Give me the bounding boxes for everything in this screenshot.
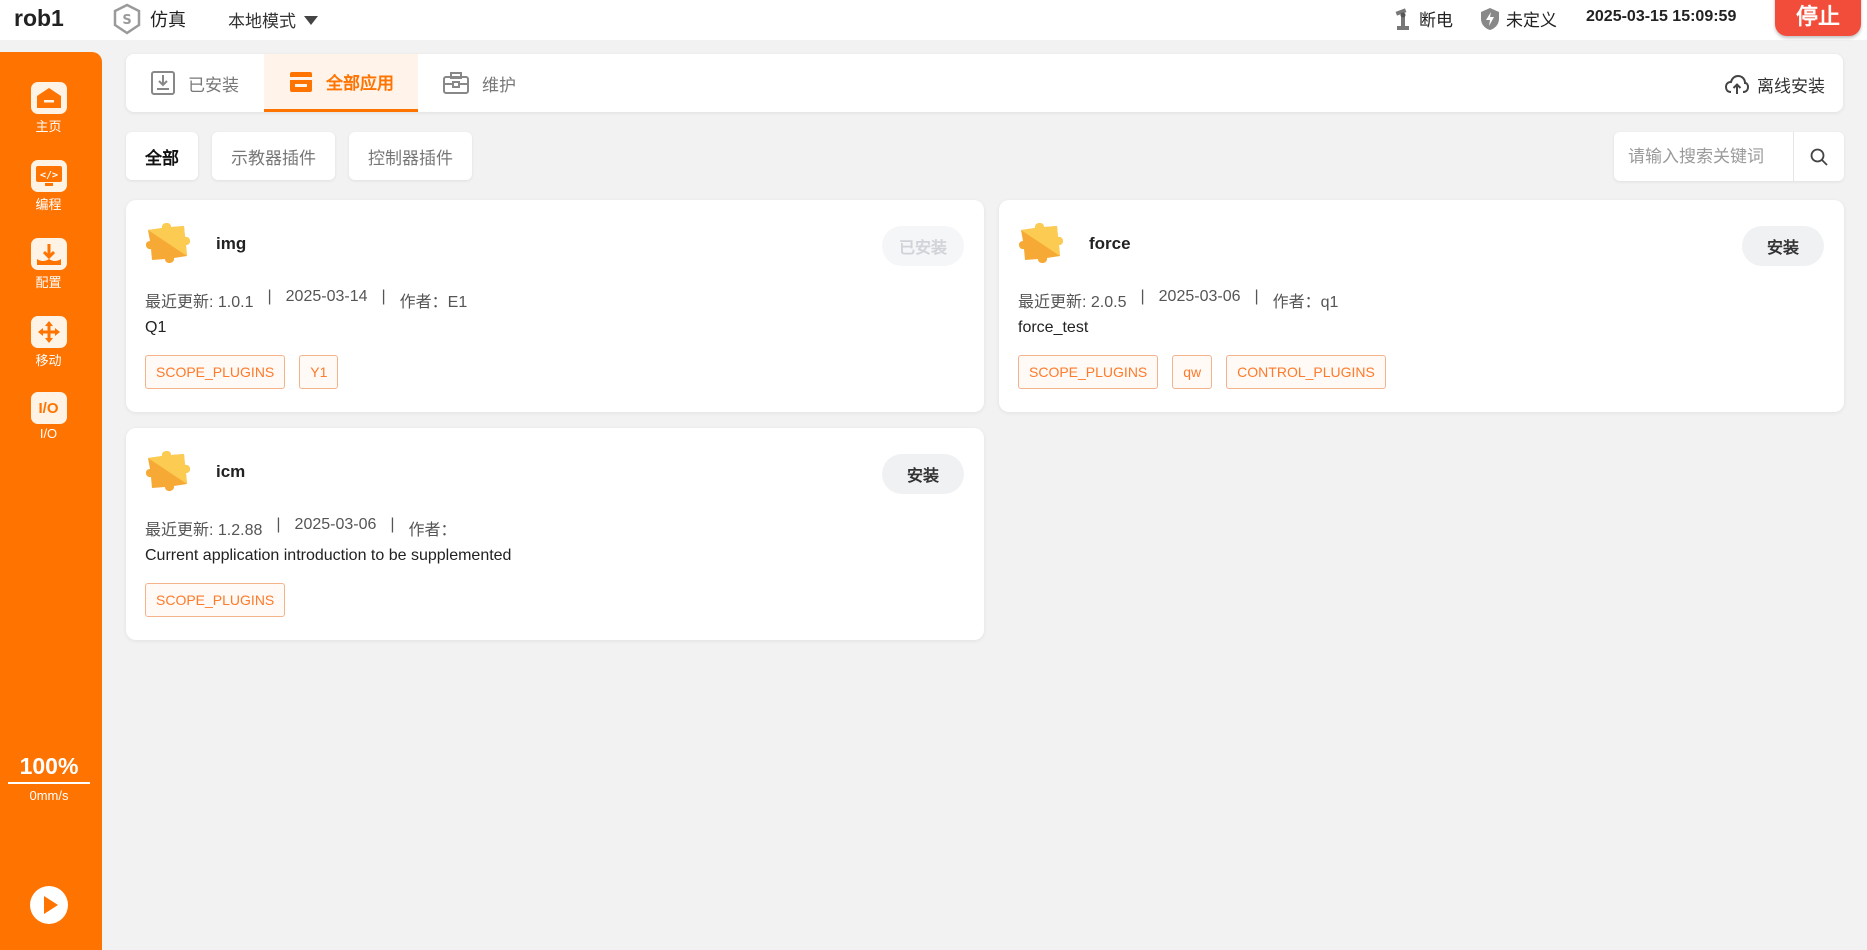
app-date: 2025-03-06 (1158, 288, 1241, 305)
tab-maintenance[interactable]: 维护 (418, 54, 546, 112)
puzzle-icon (145, 222, 191, 264)
io-icon: I/O (30, 392, 67, 424)
power-label: 断电 (1419, 11, 1453, 30)
app-description: Q1 (145, 319, 167, 336)
tag: SCOPE_PLUGINS (145, 583, 286, 617)
app-card-img: img 已安装 最近更新: 1.0.1 | 2025-03-14 | 作者：E1 Q… (126, 200, 984, 412)
tab-all-apps[interactable]: 全部应用 (264, 54, 418, 112)
app-tags: SCOPE_PLUGINS (145, 583, 286, 617)
tag: CONTROL_PLUGINS (1226, 355, 1386, 389)
sim-shield-icon: S (113, 3, 141, 35)
installed-button[interactable]: 已安装 (882, 226, 964, 266)
simulation-indicator[interactable]: S 仿真 (112, 3, 186, 35)
app-name: img (216, 234, 247, 253)
offline-install-button[interactable]: 离线安装 (1725, 72, 1825, 97)
shield-bolt-icon (1481, 7, 1499, 30)
undefined-label: 未定义 (1506, 11, 1557, 30)
app-meta: 最近更新: 2.0.5 | 2025-03-06 | 作者：q1 (1018, 288, 1339, 311)
svg-text:S: S (122, 13, 131, 28)
robot-name: rob1 (14, 5, 64, 31)
offline-install-label: 离线安装 (1757, 77, 1825, 96)
top-bar: rob1 S 仿真 本地模式 断电 未定义 2025-03-15 15:09:5… (0, 0, 1867, 40)
sidebar-item-label: I/O (39, 426, 58, 441)
app-name: force (1089, 234, 1131, 253)
installed-icon (151, 71, 175, 95)
app-version: 最近更新: 2.0.5 (1018, 294, 1127, 311)
code-icon: </> (30, 160, 67, 192)
search-icon (1810, 148, 1828, 166)
robot-arm-icon (1395, 7, 1409, 30)
install-button[interactable]: 安装 (882, 454, 964, 494)
chevron-down-icon (304, 16, 318, 25)
mode-label: 本地模式 (228, 12, 296, 31)
app-meta: 最近更新: 1.2.88 | 2025-03-06 | 作者： (145, 516, 457, 539)
move-icon (30, 316, 67, 348)
app-tags: SCOPE_PLUGINS qw CONTROL_PLUGINS (1018, 355, 1386, 389)
filter-teach-plugins[interactable]: 示教器插件 (212, 132, 335, 180)
puzzle-icon (145, 450, 191, 492)
app-version: 最近更新: 1.0.1 (145, 294, 254, 311)
tag: Y1 (299, 355, 339, 389)
filter-controller-plugins[interactable]: 控制器插件 (349, 132, 472, 180)
tab-bar: 已安装 全部应用 维护 离线安装 (126, 54, 1843, 112)
sidebar-item-label: 主页 (35, 119, 62, 134)
app-date: 2025-03-06 (294, 516, 377, 533)
tab-installed[interactable]: 已安装 (126, 54, 264, 112)
play-button[interactable] (30, 886, 68, 924)
cloud-upload-icon (1725, 74, 1749, 94)
tab-label: 全部应用 (326, 74, 394, 93)
speed-indicator[interactable]: 100% 0mm/s (8, 753, 90, 803)
sidebar-item-label: 编程 (35, 197, 62, 212)
app-description: Current application introduction to be s… (145, 547, 512, 564)
sidebar: 主页 </> 编程 配置 移动 I/O I/O 100% 0mm/s ? ? ?… (0, 52, 102, 950)
sidebar-item-label: 移动 (35, 353, 62, 368)
datetime: 2025-03-15 15:09:59 (1586, 8, 1737, 25)
app-author: 作者： (408, 522, 457, 539)
app-description: force_test (1018, 319, 1089, 336)
tag: SCOPE_PLUGINS (1018, 355, 1159, 389)
home-icon (30, 82, 67, 114)
search-button[interactable] (1794, 132, 1844, 181)
sidebar-item-label: 配置 (35, 275, 62, 290)
svg-text:</>: </> (39, 170, 57, 181)
stop-button[interactable]: 停止 (1775, 0, 1861, 36)
search-input[interactable] (1614, 132, 1794, 181)
tab-label: 维护 (482, 75, 516, 95)
app-card-force: force 安装 最近更新: 2.0.5 | 2025-03-06 | 作者：q1 … (999, 200, 1844, 412)
mode-dropdown[interactable]: 本地模式 (228, 7, 318, 32)
app-version: 最近更新: 1.2.88 (145, 522, 263, 539)
app-name: icm (216, 462, 246, 481)
sidebar-item-home[interactable]: 主页 (0, 82, 97, 135)
store-icon (290, 71, 312, 92)
tab-label: 已安装 (188, 75, 239, 95)
play-icon (44, 896, 58, 914)
config-icon (30, 238, 67, 270)
speed-mm: 0mm/s (29, 788, 69, 803)
app-author: 作者：q1 (1272, 294, 1339, 311)
toolbox-icon (443, 72, 469, 94)
app-card-icm: icm 安装 最近更新: 1.2.88 | 2025-03-06 | 作者： Cur… (126, 428, 984, 640)
app-date: 2025-03-14 (285, 288, 368, 305)
sidebar-item-move[interactable]: 移动 (0, 316, 97, 369)
install-button[interactable]: 安装 (1742, 226, 1824, 266)
filter-all[interactable]: 全部 (126, 132, 198, 180)
safety-status: 未定义 (1480, 6, 1557, 31)
app-tags: SCOPE_PLUGINS Y1 (145, 355, 339, 389)
sidebar-item-io[interactable]: I/O I/O (0, 392, 97, 441)
app-meta: 最近更新: 1.0.1 | 2025-03-14 | 作者：E1 (145, 288, 468, 311)
sidebar-item-config[interactable]: 配置 (0, 238, 97, 291)
speed-percent: 100% (8, 753, 90, 784)
sim-label: 仿真 (150, 10, 186, 30)
search-box (1614, 132, 1844, 181)
puzzle-icon (1018, 222, 1064, 264)
tag: qw (1172, 355, 1213, 389)
sidebar-item-programming[interactable]: </> 编程 (0, 160, 97, 213)
app-author: 作者：E1 (399, 294, 468, 311)
tag: SCOPE_PLUGINS (145, 355, 286, 389)
power-status: 断电 (1393, 6, 1453, 31)
